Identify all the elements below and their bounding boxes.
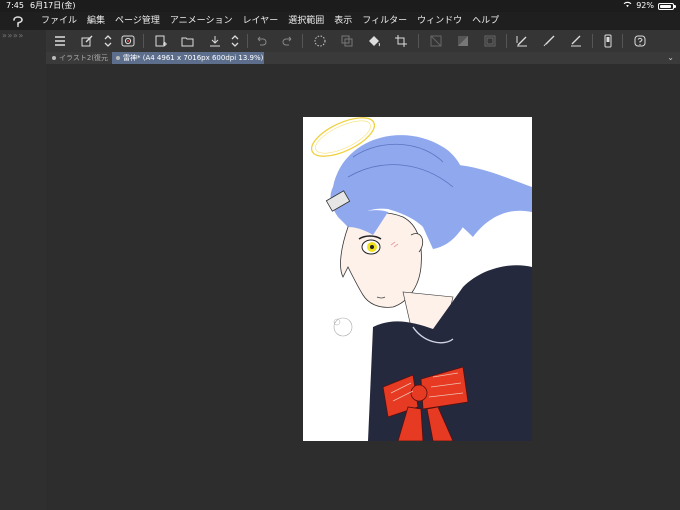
menu-item[interactable]: 選択範囲 bbox=[283, 12, 329, 30]
save-icon[interactable] bbox=[207, 33, 223, 49]
tab-dot-icon bbox=[52, 56, 56, 60]
menu-item[interactable]: 編集 bbox=[82, 12, 110, 30]
status-time: 7:45 bbox=[6, 1, 24, 10]
status-right: 92% bbox=[623, 0, 676, 12]
help-icon[interactable] bbox=[632, 33, 648, 49]
collapse-glyphs: » » » » bbox=[2, 31, 23, 40]
updown2-icon[interactable] bbox=[227, 33, 243, 49]
menu-items: ファイル 編集 ページ管理 アニメーション レイヤー 選択範囲 表示 フィルター ウィンドウ ヘル… bbox=[36, 12, 504, 30]
toolbar-separator bbox=[247, 34, 248, 48]
toolbar-separator bbox=[143, 34, 144, 48]
open-folder-icon[interactable] bbox=[180, 33, 196, 49]
chevron-down-icon[interactable]: ⌄ bbox=[667, 52, 674, 64]
crop-icon[interactable] bbox=[393, 33, 409, 49]
menu-item[interactable]: ヘルプ bbox=[467, 12, 504, 30]
menu-bar: ファイル 編集 ページ管理 アニメーション レイヤー 選択範囲 表示 フィルター ウィンドウ ヘル… bbox=[0, 12, 680, 30]
undo-icon[interactable] bbox=[253, 33, 269, 49]
toolbar: » » » » bbox=[0, 30, 680, 52]
toolbar-separator bbox=[622, 34, 623, 48]
new-page-icon[interactable] bbox=[153, 33, 169, 49]
pen-check-icon[interactable] bbox=[514, 33, 530, 49]
tab-raijin[interactable]: 雷神* (A4 4961 x 7016px 600dpi 13.9%) bbox=[112, 52, 264, 64]
battery-icon bbox=[658, 2, 676, 10]
menu-item[interactable]: 表示 bbox=[329, 12, 357, 30]
toolbar-separator bbox=[506, 34, 507, 48]
menu-item[interactable]: ページ管理 bbox=[110, 12, 165, 30]
status-bar: 7:45 6月17日(金) 92% bbox=[0, 0, 680, 12]
updown-icon[interactable] bbox=[100, 33, 116, 49]
status-date: 6月17日(金) bbox=[30, 1, 76, 10]
wifi-icon bbox=[623, 0, 632, 12]
slash-box-icon[interactable] bbox=[428, 33, 444, 49]
brush-icon[interactable] bbox=[541, 33, 557, 49]
box-icon[interactable] bbox=[482, 33, 498, 49]
app-logo-icon[interactable] bbox=[11, 15, 25, 27]
gradient-icon[interactable] bbox=[455, 33, 471, 49]
tab-label: イラスト2(復元 bbox=[59, 54, 109, 62]
menu-icon[interactable] bbox=[52, 33, 68, 49]
edit-icon[interactable] bbox=[79, 33, 95, 49]
spinner-icon[interactable] bbox=[312, 33, 328, 49]
document-tab-strip: イラスト2(復元 雷神* (A4 4961 x 7016px 600dpi 13… bbox=[46, 52, 680, 64]
device-icon[interactable] bbox=[600, 33, 616, 49]
tab-label: 雷神* (A4 4961 x 7016px 600dpi 13.9%) bbox=[123, 54, 264, 62]
menu-item[interactable]: フィルター bbox=[357, 12, 412, 30]
tab-dot-icon bbox=[116, 56, 120, 60]
toolbar-separator bbox=[418, 34, 419, 48]
drawing-canvas[interactable] bbox=[303, 117, 532, 441]
artwork-illustration bbox=[310, 117, 532, 441]
battery-percent: 92% bbox=[636, 1, 654, 10]
transform-icon[interactable] bbox=[339, 33, 355, 49]
pencil-icon[interactable] bbox=[568, 33, 584, 49]
left-panel-strip bbox=[0, 52, 46, 510]
menu-item[interactable]: ウィンドウ bbox=[412, 12, 467, 30]
tab-illustration-2[interactable]: イラスト2(復元 bbox=[48, 52, 118, 64]
menu-item[interactable]: レイヤー bbox=[238, 12, 284, 30]
eye-icon[interactable] bbox=[120, 33, 136, 49]
toolbar-separator bbox=[302, 34, 303, 48]
collapse-arrows[interactable]: » » » » bbox=[0, 30, 46, 52]
menu-item[interactable]: アニメーション bbox=[165, 12, 238, 30]
menu-item[interactable]: ファイル bbox=[36, 12, 82, 30]
redo-icon[interactable] bbox=[280, 33, 296, 49]
toolbar-separator bbox=[592, 34, 593, 48]
battery-fill bbox=[660, 4, 672, 8]
fill-icon[interactable] bbox=[366, 33, 382, 49]
